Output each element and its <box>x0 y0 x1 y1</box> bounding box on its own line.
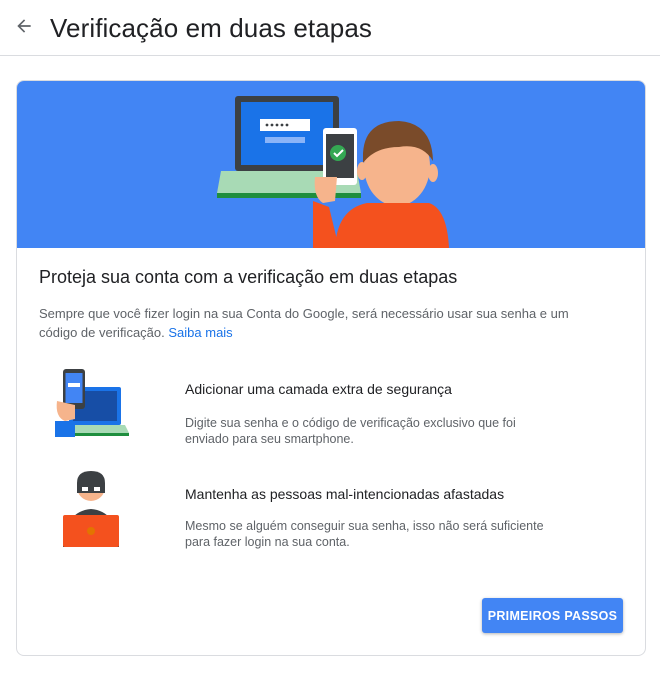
page-header: Verificação em duas etapas <box>0 0 660 56</box>
arrow-left-icon <box>14 16 34 41</box>
card-title: Proteja sua conta com a verificação em d… <box>39 267 458 287</box>
phone-laptop-icon <box>49 365 129 450</box>
get-started-button[interactable]: PRIMEIROS PASSOS <box>482 598 623 633</box>
feature-description: Digite sua senha e o código de verificaç… <box>185 416 516 446</box>
two-step-card: Proteja sua conta com a verificação em d… <box>16 80 646 656</box>
banner-illustration <box>17 81 645 248</box>
feature-title: Adicionar uma camada extra de segurança <box>185 381 452 397</box>
feature-title: Mantenha as pessoas mal-intencionadas af… <box>185 486 505 502</box>
card-description: Sempre que você fizer login na sua Conta… <box>39 304 609 342</box>
back-button[interactable] <box>10 14 38 42</box>
description-text: Sempre que você fizer login na sua Conta… <box>39 306 569 340</box>
masked-intruder-icon <box>55 467 125 554</box>
feature-description: Mesmo se alguém conseguir sua senha, iss… <box>185 519 544 549</box>
learn-more-link[interactable]: Saiba mais <box>168 325 232 340</box>
page-title: Verificação em duas etapas <box>50 13 373 43</box>
